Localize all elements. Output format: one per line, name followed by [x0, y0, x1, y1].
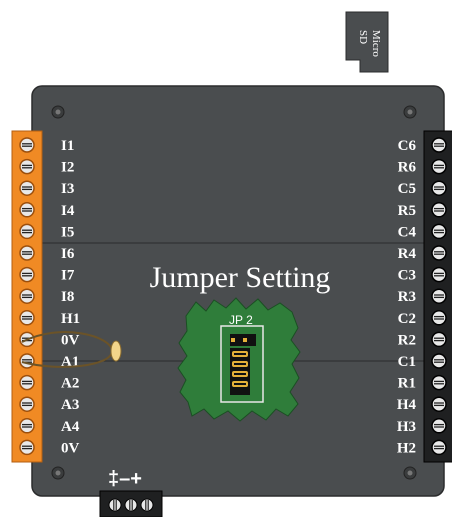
power-polarity-label: ‡–+ — [108, 468, 142, 490]
terminal-label: I5 — [61, 224, 74, 240]
terminal-label: C2 — [398, 311, 416, 327]
terminal-label: C3 — [398, 268, 416, 284]
terminal-label: I2 — [61, 160, 74, 176]
terminal-label: H1 — [61, 311, 80, 327]
terminal-screw-icon — [19, 374, 35, 391]
jumper-setting-title: Jumper Setting — [150, 261, 331, 294]
terminal-screw-icon — [19, 288, 35, 304]
terminal-label: C4 — [398, 224, 417, 240]
terminal-screw-icon — [19, 310, 35, 326]
terminal-screw-icon — [431, 158, 447, 175]
jumper-cap-icon — [232, 361, 248, 367]
mounting-screw-icon — [51, 466, 65, 480]
mounting-screw-icon — [403, 466, 417, 480]
terminal-screw-icon — [431, 374, 447, 391]
terminal-screw-icon — [431, 266, 447, 283]
terminal-label: I7 — [61, 268, 75, 284]
terminal-label: A3 — [61, 397, 79, 413]
power-screw-icon — [108, 498, 122, 512]
terminal-screw-icon — [19, 158, 35, 175]
terminal-label: C5 — [398, 181, 416, 197]
terminal-screw-icon — [19, 223, 35, 240]
terminal-label: R6 — [398, 160, 417, 176]
terminal-label: I3 — [61, 181, 74, 197]
terminal-screw-icon — [431, 418, 447, 434]
terminal-screw-icon — [19, 245, 35, 261]
terminal-label: R5 — [398, 203, 416, 219]
terminal-screw-icon — [431, 223, 447, 240]
mounting-screw-icon — [51, 105, 65, 119]
terminal-screw-icon — [431, 331, 447, 348]
terminal-label: I6 — [61, 246, 75, 262]
power-screw-icon — [140, 498, 154, 512]
terminal-screw-icon — [431, 202, 447, 218]
jumper-label: JP 2 — [229, 313, 253, 327]
terminal-label: I1 — [61, 138, 74, 154]
terminal-label: 0V — [61, 332, 80, 348]
terminal-label: H3 — [397, 419, 416, 435]
micro-sd-card: Micro SD — [345, 11, 389, 73]
terminal-screw-icon — [19, 202, 35, 218]
terminal-label: A2 — [61, 376, 79, 392]
terminal-screw-icon — [431, 396, 447, 412]
wire-fuse-icon — [110, 340, 122, 362]
terminal-screw-icon — [431, 245, 447, 261]
terminal-screw-icon — [19, 266, 35, 283]
terminal-screw-icon — [431, 310, 447, 326]
terminal-label: I8 — [61, 289, 74, 305]
terminal-label: R2 — [398, 332, 416, 348]
sd-label-line2: SD — [357, 30, 369, 44]
terminal-screw-icon — [431, 180, 447, 196]
jumper-cap-icon — [232, 381, 248, 387]
power-screw-icon — [124, 498, 138, 512]
terminal-label: R1 — [398, 376, 416, 392]
jumper-cap-icon — [232, 351, 248, 357]
terminal-screw-icon — [431, 288, 447, 304]
mounting-screw-icon — [403, 105, 417, 119]
terminal-label: R4 — [398, 246, 417, 262]
terminal-label: R3 — [398, 289, 416, 305]
terminal-label: H4 — [397, 397, 417, 413]
terminal-screw-icon — [19, 180, 35, 196]
terminal-screw-icon — [19, 439, 35, 456]
terminal-screw-icon — [19, 137, 35, 153]
terminal-screw-icon — [19, 418, 35, 434]
terminal-label: A4 — [61, 419, 80, 435]
terminal-screw-icon — [19, 396, 35, 412]
terminal-label: C6 — [398, 138, 417, 154]
device-diagram: Micro SD I1I2I3I4I5I6I7I8H10VA1A2A3A40V … — [11, 11, 452, 517]
terminal-screw-icon — [431, 137, 447, 153]
terminal-label: H2 — [397, 440, 416, 456]
terminal-label: C1 — [398, 354, 416, 370]
terminal-label: I4 — [61, 203, 75, 219]
terminal-screw-icon — [431, 353, 447, 369]
jumper-cap-icon — [232, 371, 248, 377]
terminal-screw-icon — [431, 439, 447, 456]
terminal-label: 0V — [61, 440, 80, 456]
sd-label-line1: Micro — [370, 30, 382, 57]
terminal-screw-icon — [19, 353, 35, 369]
